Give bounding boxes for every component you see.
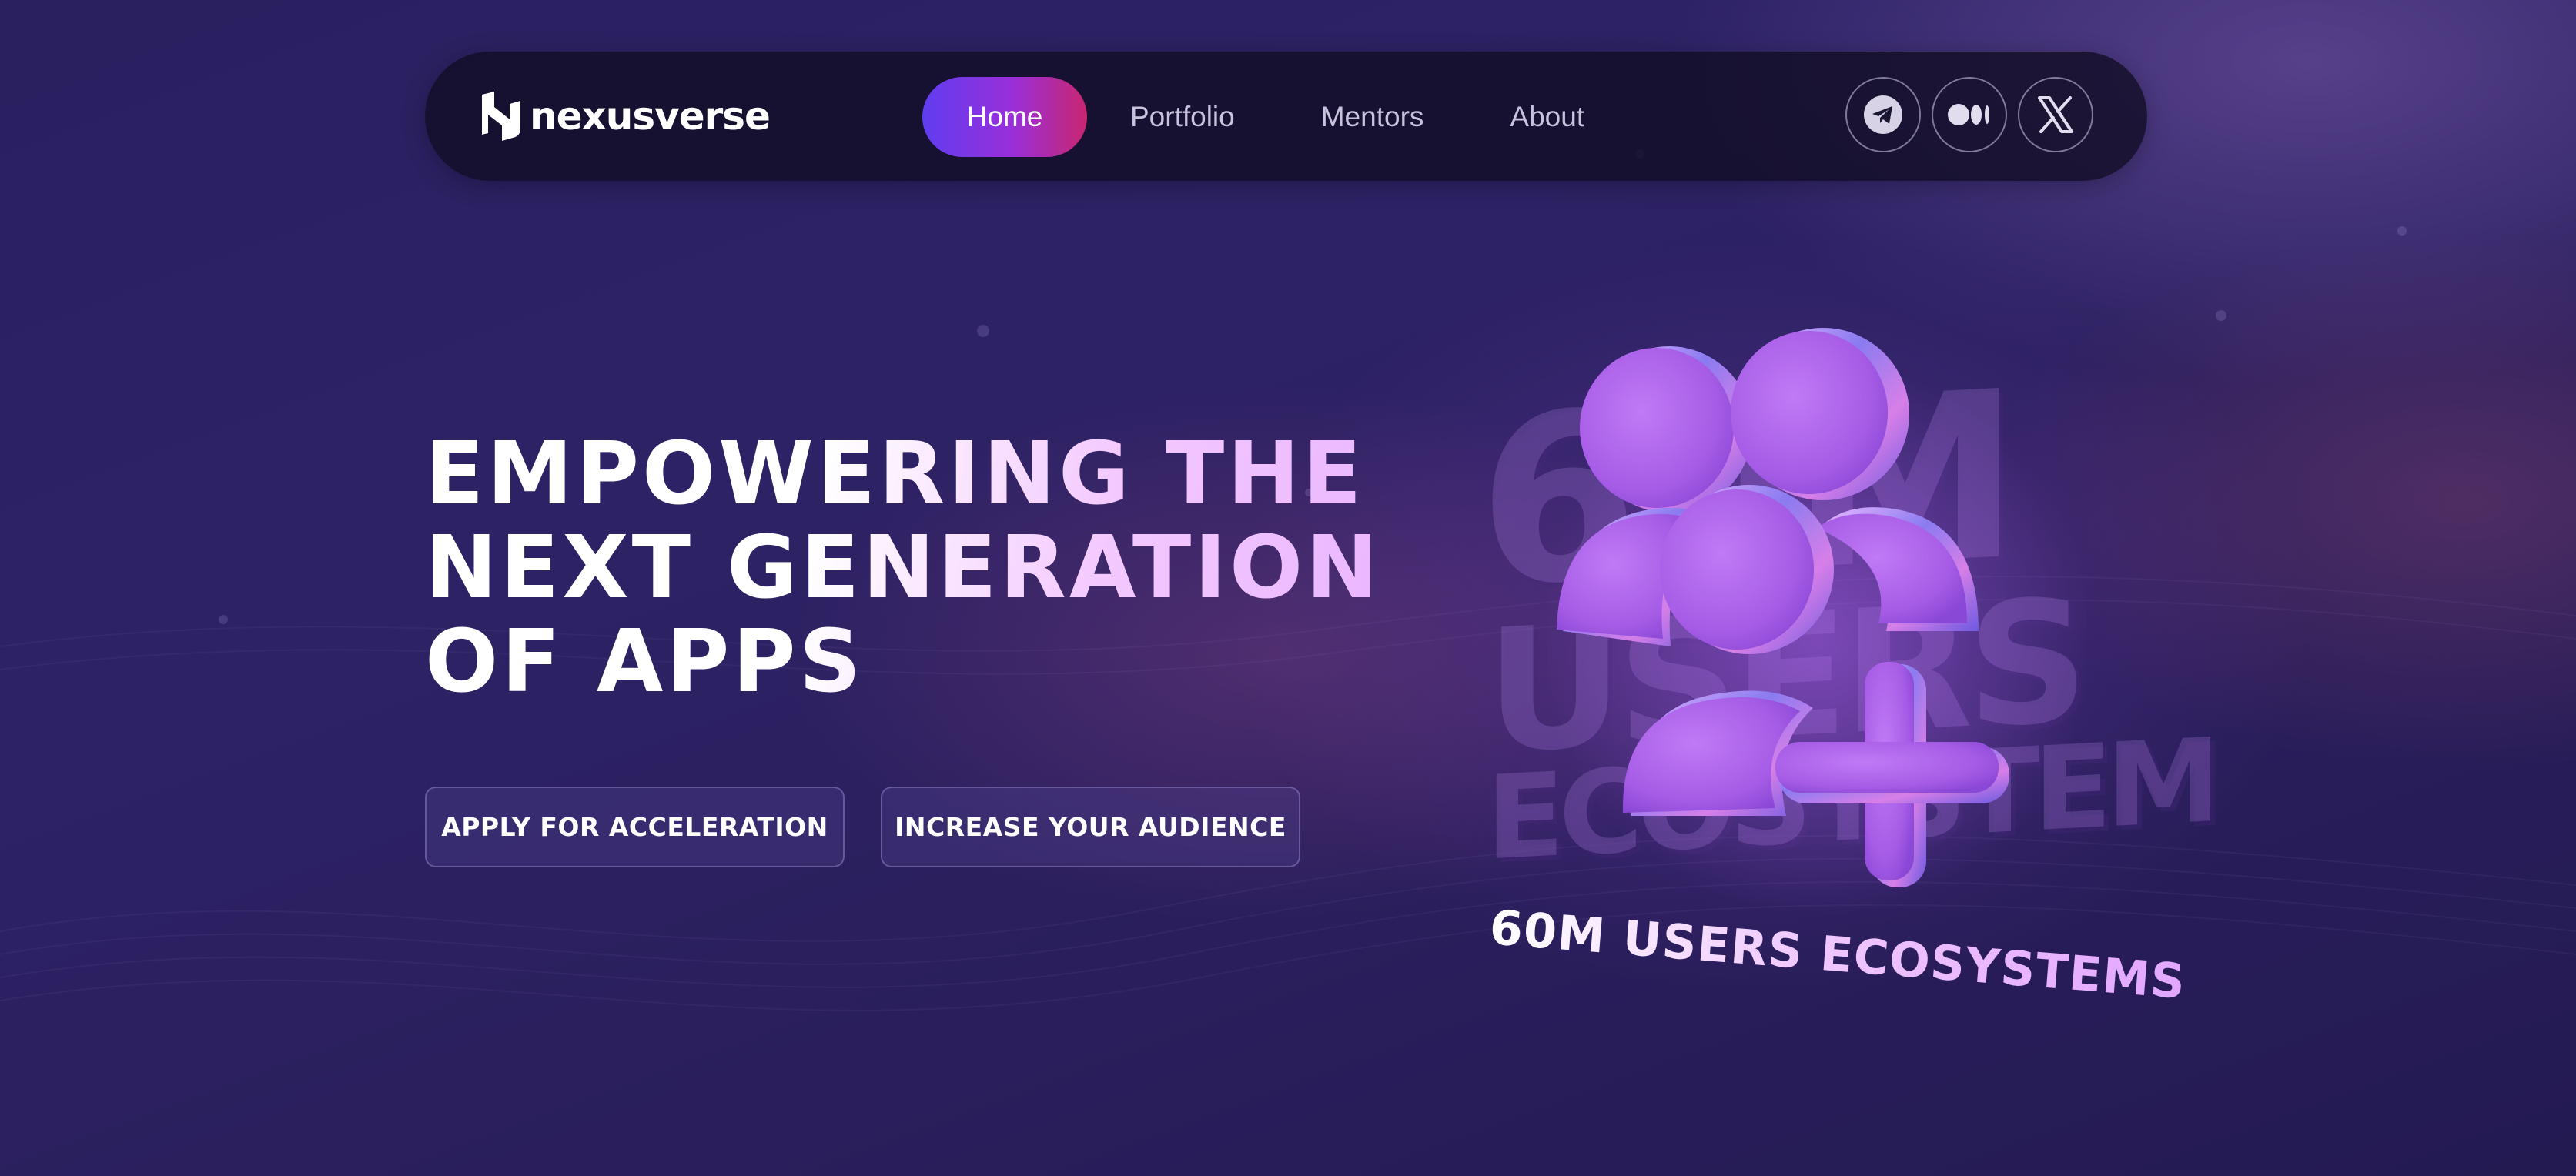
nav-item-about[interactable]: About — [1467, 77, 1628, 157]
logo-text: nexusverse — [530, 94, 771, 139]
nav-links: Home Portfolio Mentors About — [922, 77, 1628, 157]
x-link[interactable] — [2018, 77, 2093, 152]
hero-title-line-1: EMPOWERING THE — [425, 424, 1365, 524]
hero-title-line-2: NEXT GENERATION — [425, 518, 1381, 618]
increase-your-audience-button[interactable]: INCREASE YOUR AUDIENCE — [881, 787, 1300, 867]
nav-item-mentors[interactable]: Mentors — [1278, 77, 1467, 157]
x-icon — [2038, 96, 2073, 133]
apply-for-acceleration-button[interactable]: APPLY FOR ACCELERATION — [425, 787, 845, 867]
hero-title: EMPOWERING THE NEXT GENERATION OF APPS — [425, 427, 1381, 709]
users-plus-icon — [1547, 328, 2086, 916]
nav-item-home[interactable]: Home — [922, 77, 1087, 157]
cta-buttons: APPLY FOR ACCELERATION INCREASE YOUR AUD… — [425, 787, 1300, 867]
logo[interactable]: nexusverse — [479, 89, 771, 144]
hero-title-line-3: OF APPS — [425, 612, 865, 712]
medium-link[interactable] — [1932, 77, 2007, 152]
top-navbar: nexusverse Home Portfolio Mentors About — [425, 52, 2147, 181]
nav-item-portfolio[interactable]: Portfolio — [1087, 77, 1278, 157]
telegram-link[interactable] — [1845, 77, 1921, 152]
telegram-icon — [1864, 95, 1902, 134]
social-links — [1845, 77, 2093, 152]
medium-icon — [1948, 104, 1989, 125]
nexusverse-logo-icon — [482, 92, 520, 141]
